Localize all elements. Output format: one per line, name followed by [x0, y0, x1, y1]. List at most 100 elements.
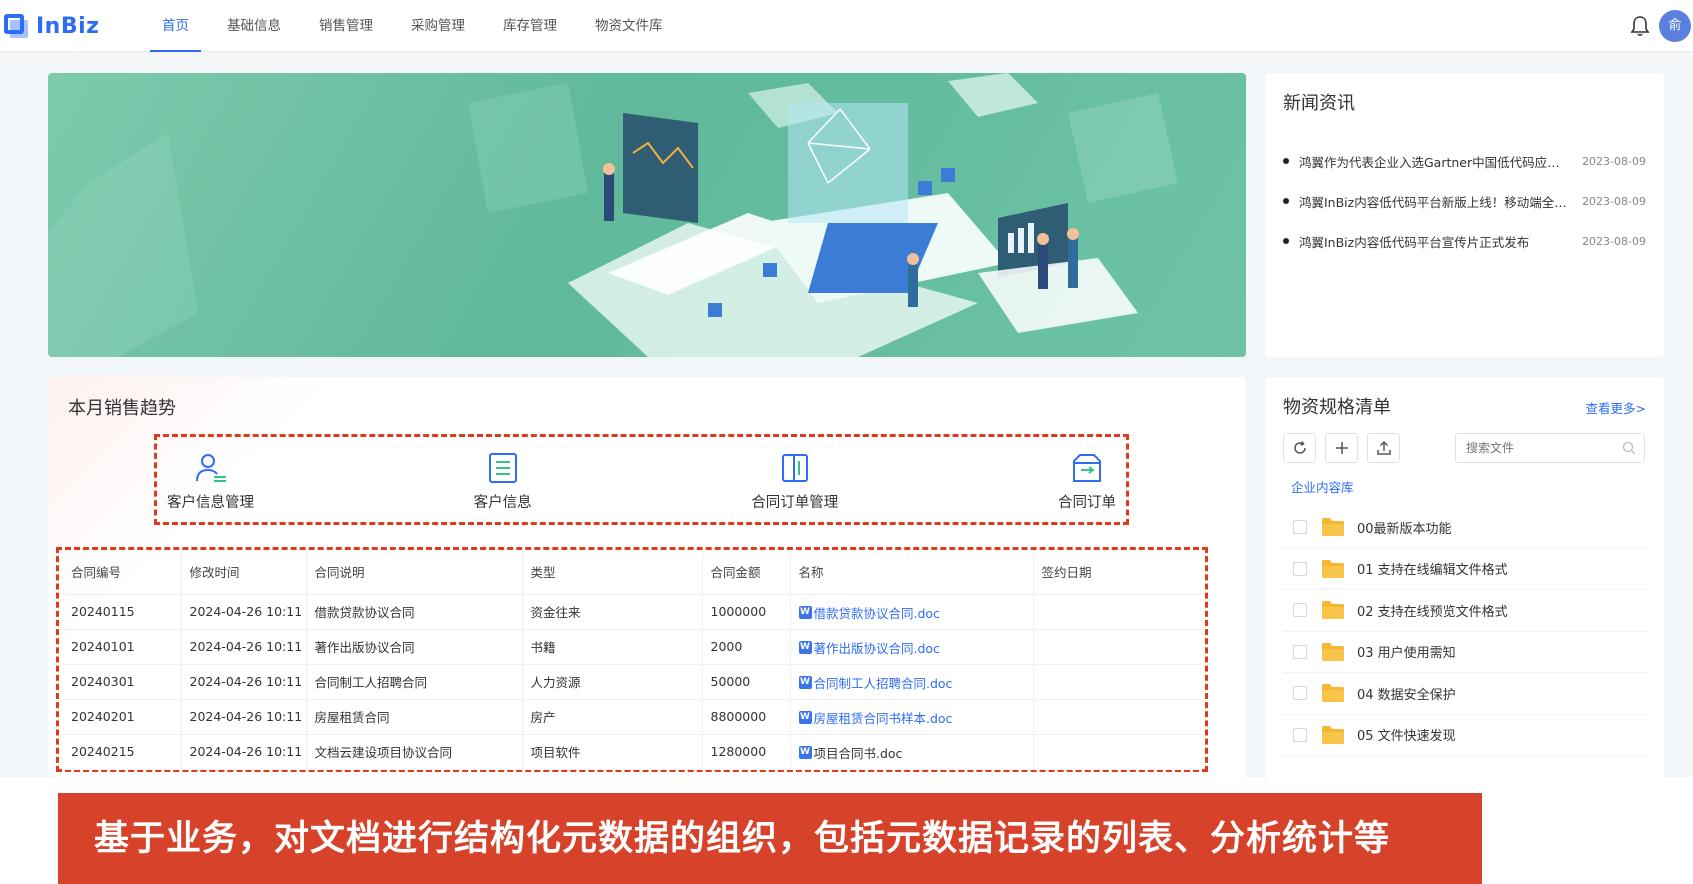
user-avatar[interactable]: 俞 — [1659, 10, 1691, 42]
bullet-dot — [1283, 158, 1289, 164]
folder-item[interactable]: 05 文件快速发现 — [1283, 715, 1646, 756]
column-header[interactable]: 签约日期 — [1033, 550, 1201, 595]
table-row[interactable]: 20240115 2024-04-26 10:11 借款贷款协议合同 资金往来 … — [63, 594, 1201, 630]
contract-table-panel: 合同编号 修改时间 合同说明 类型 合同金额 名称 签约日期 20240115 … — [56, 547, 1208, 772]
refresh-button[interactable] — [1283, 433, 1316, 463]
top-navigation-bar: InBiz 首页 基础信息 销售管理 采购管理 库存管理 物资文件库 俞 — [0, 0, 1693, 52]
word-doc-icon: W — [798, 640, 812, 654]
doc-file-link[interactable]: W 借款贷款协议合同.doc — [798, 603, 940, 622]
folder-name: 05 文件快速发现 — [1357, 729, 1456, 745]
column-header[interactable]: 合同说明 — [306, 550, 523, 595]
folder-item[interactable]: 00最新版本功能 — [1283, 507, 1646, 549]
cell-description: 文档云建设项目协议合同 — [306, 734, 523, 770]
bullet-dot — [1283, 238, 1289, 244]
table-row[interactable]: 20240301 2024-04-26 10:11 合同制工人招聘合同 人力资源… — [63, 664, 1201, 700]
nav-item-sales[interactable]: 销售管理 — [319, 0, 373, 52]
add-button[interactable] — [1325, 433, 1358, 463]
plus-icon — [1335, 442, 1348, 454]
doc-file-link[interactable]: W 房屋租赁合同书样本.doc — [798, 708, 952, 727]
doc-file-name: 借款贷款协议合同.doc — [813, 605, 940, 621]
cell-sign-date — [1033, 699, 1201, 735]
sales-trend-card: 本月销售趋势 客户信息管理 客户信息 合同订单管理 合同订单 合同编号 修改时间… — [48, 377, 1246, 777]
folder-checkbox[interactable] — [1293, 727, 1307, 742]
folder-name: 00最新版本功能 — [1357, 521, 1452, 537]
nav-item-inventory[interactable]: 库存管理 — [503, 0, 557, 52]
enterprise-library-link[interactable]: 企业内容库 — [1291, 477, 1354, 496]
news-item[interactable]: 鸿翼InBiz内容低代码平台宣传片正式发布 2023-08-09 — [1283, 221, 1646, 261]
folder-checkbox[interactable] — [1293, 644, 1307, 659]
column-header[interactable]: 名称 — [790, 550, 1034, 595]
bell-icon[interactable] — [1630, 15, 1650, 37]
folder-checkbox[interactable] — [1293, 686, 1307, 701]
file-search-input[interactable] — [1466, 434, 1626, 462]
word-doc-icon: W — [798, 605, 812, 619]
cell-type: 书籍 — [522, 629, 703, 665]
banner-illustration — [48, 73, 1178, 357]
news-item-text[interactable]: 鸿翼作为代表企业入选Gartner中国低代码应用平台 — [1299, 152, 1570, 171]
shortcut-label: 客户信息 — [473, 495, 532, 511]
table-row[interactable]: 20240201 2024-04-26 10:11 房屋租赁合同 房产 8800… — [63, 699, 1201, 735]
word-doc-icon: W — [798, 710, 812, 724]
nav-item-material-library[interactable]: 物资文件库 — [595, 0, 663, 52]
hero-banner — [48, 73, 1246, 357]
doc-file-link[interactable]: W 合同制工人招聘合同.doc — [798, 673, 953, 692]
shortcut-panel: 客户信息管理 客户信息 合同订单管理 合同订单 — [154, 434, 1129, 525]
news-item-text[interactable]: 鸿翼InBiz内容低代码平台宣传片正式发布 — [1299, 232, 1570, 251]
doc-file-link[interactable]: W 项目合同书.doc — [798, 743, 903, 762]
folder-checkbox[interactable] — [1293, 520, 1307, 535]
shortcut-label: 合同订单 — [1057, 495, 1116, 511]
bullet-dot — [1283, 198, 1289, 204]
news-item-date: 2023-08-09 — [1582, 194, 1646, 208]
view-more-link[interactable]: 查看更多> — [1586, 398, 1646, 417]
column-header[interactable]: 类型 — [522, 550, 703, 595]
news-item-text[interactable]: 鸿翼InBiz内容低代码平台新版上线！移动端全面升级 — [1299, 192, 1570, 211]
folder-name: 03 用户使用需知 — [1357, 646, 1456, 662]
nav-item-basic-info[interactable]: 基础信息 — [227, 0, 281, 52]
cell-type: 资金往来 — [522, 594, 703, 630]
shortcut-customer-manage[interactable]: 客户信息管理 — [167, 447, 254, 512]
doc-file-name: 合同制工人招聘合同.doc — [813, 675, 953, 691]
folder-item[interactable]: 01 支持在线编辑文件格式 — [1283, 549, 1646, 590]
app-logo[interactable]: InBiz — [4, 12, 99, 40]
column-header[interactable]: 合同金额 — [702, 550, 791, 595]
word-doc-icon: W — [798, 675, 812, 689]
nav-item-home[interactable]: 首页 — [150, 0, 201, 52]
cell-modified-time: 2024-04-26 10:11 — [181, 734, 307, 770]
shortcut-customer-info[interactable]: 客户信息 — [474, 447, 532, 512]
column-header[interactable]: 合同编号 — [63, 550, 182, 595]
folder-icon — [1322, 725, 1344, 744]
folder-item[interactable]: 02 支持在线预览文件格式 — [1283, 590, 1646, 632]
shortcut-contract-manage[interactable]: 合同订单管理 — [751, 447, 838, 512]
shortcut-contract-order[interactable]: 合同订单 — [1058, 447, 1116, 512]
table-row[interactable]: 20240215 2024-04-26 10:11 文档云建设项目协议合同 项目… — [63, 734, 1201, 770]
contract-table: 合同编号 修改时间 合同说明 类型 合同金额 名称 签约日期 20240115 … — [63, 550, 1201, 770]
news-list: 鸿翼作为代表企业入选Gartner中国低代码应用平台 2023-08-09 鸿翼… — [1283, 141, 1646, 261]
folder-checkbox[interactable] — [1293, 561, 1307, 576]
logo-text: InBiz — [36, 13, 100, 39]
search-icon[interactable] — [1622, 441, 1636, 455]
table-row[interactable]: 20240101 2024-04-26 10:11 著作出版协议合同 书籍 20… — [63, 629, 1201, 665]
cell-type: 房产 — [522, 699, 703, 735]
shortcut-label: 合同订单管理 — [751, 495, 839, 511]
doc-file-link[interactable]: W 著作出版协议合同.doc — [798, 638, 940, 657]
cell-file-name: W 借款贷款协议合同.doc — [790, 594, 1034, 630]
news-item[interactable]: 鸿翼InBiz内容低代码平台新版上线！移动端全面升级 2023-08-09 — [1283, 181, 1646, 221]
upload-button[interactable] — [1367, 433, 1400, 463]
nav-item-purchase[interactable]: 采购管理 — [411, 0, 465, 52]
order-box-icon — [1072, 454, 1101, 482]
folder-item[interactable]: 04 数据安全保护 — [1283, 673, 1646, 715]
column-header[interactable]: 修改时间 — [181, 550, 307, 595]
caption-banner: 基于业务，对文档进行结构化元数据的组织，包括元数据记录的列表、分析统计等 — [58, 793, 1482, 884]
folder-checkbox[interactable] — [1293, 603, 1307, 618]
news-card: 新闻资讯 鸿翼作为代表企业入选Gartner中国低代码应用平台 2023-08-… — [1265, 73, 1664, 357]
cell-sign-date — [1033, 629, 1201, 665]
folder-item[interactable]: 03 用户使用需知 — [1283, 632, 1646, 673]
cell-amount: 1280000 — [702, 734, 791, 770]
cell-contract-no: 20240301 — [63, 664, 182, 700]
cell-file-name: W 合同制工人招聘合同.doc — [790, 664, 1034, 700]
doc-file-name: 项目合同书.doc — [813, 745, 903, 761]
news-item[interactable]: 鸿翼作为代表企业入选Gartner中国低代码应用平台 2023-08-09 — [1283, 141, 1646, 181]
cell-type: 人力资源 — [522, 664, 703, 700]
cell-modified-time: 2024-04-26 10:11 — [181, 629, 307, 665]
contract-book-icon — [781, 454, 808, 482]
